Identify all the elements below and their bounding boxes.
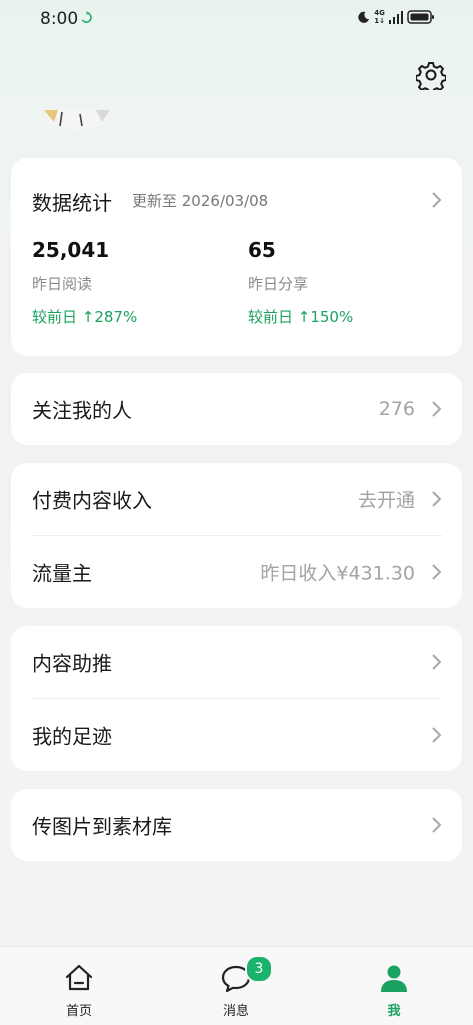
reads-label: 昨日阅读 xyxy=(32,275,93,293)
my-footprint-label: 我的足迹 xyxy=(32,724,112,749)
stats-title: 数据统计 xyxy=(32,191,112,215)
chevron-right-icon xyxy=(432,564,442,580)
reads-value: 25,041 xyxy=(32,238,110,262)
chevron-right-icon xyxy=(432,727,442,743)
settings-button[interactable] xyxy=(415,60,447,94)
traffic-owner-label: 流量主 xyxy=(32,561,92,586)
network-label-top: 4G xyxy=(374,9,385,17)
home-icon xyxy=(65,964,93,991)
followers-count: 276 xyxy=(378,398,415,420)
nav-me[interactable]: 我 xyxy=(339,947,449,1025)
chevron-right-icon xyxy=(432,491,442,507)
upload-images-label: 传图片到素材库 xyxy=(32,814,172,839)
signal-icon xyxy=(389,10,403,24)
followers-card: 关注我的人 276 xyxy=(11,373,462,445)
gear-icon xyxy=(415,62,447,94)
nav-home[interactable]: 首页 xyxy=(24,947,134,1025)
income-card: 付费内容收入 去开通 流量主 昨日收入¥431.30 xyxy=(11,463,462,608)
my-footprint-row[interactable]: 我的足迹 xyxy=(11,699,462,771)
sync-icon xyxy=(81,11,92,23)
shares-change: 较前日 ↑150% xyxy=(248,308,354,326)
followers-row[interactable]: 关注我的人 276 xyxy=(11,373,462,445)
nav-messages-label: 消息 xyxy=(222,1004,249,1019)
status-bar: 8:00 4G 1↓ xyxy=(0,0,473,40)
content-card: 内容助推 我的足迹 xyxy=(11,626,462,771)
status-time: 8:00 xyxy=(40,9,79,29)
chevron-right-icon xyxy=(432,817,442,833)
stats-card[interactable]: 数据统计 更新至 2026/03/08 25,041 昨日阅读 较前日 ↑287… xyxy=(11,158,462,356)
nav-me-label: 我 xyxy=(387,1004,401,1019)
shares-value: 65 xyxy=(248,238,276,262)
paid-content-label: 付费内容收入 xyxy=(32,488,152,513)
nav-messages[interactable]: 消息 xyxy=(181,947,291,1025)
traffic-owner-value: 昨日收入¥431.30 xyxy=(260,562,415,585)
content-boost-label: 内容助推 xyxy=(32,651,112,676)
upload-images-row[interactable]: 传图片到素材库 xyxy=(11,789,462,861)
nav-home-label: 首页 xyxy=(65,1004,92,1019)
battery-icon xyxy=(407,10,434,24)
status-indicators: 4G 1↓ xyxy=(357,9,435,25)
paid-content-value: 去开通 xyxy=(357,489,415,512)
traffic-owner-row[interactable]: 流量主 昨日收入¥431.30 xyxy=(11,536,462,608)
chevron-right-icon xyxy=(432,654,442,670)
chevron-right-icon xyxy=(432,192,442,208)
upload-card: 传图片到素材库 xyxy=(11,789,462,861)
followers-label: 关注我的人 xyxy=(32,398,132,423)
reads-change: 较前日 ↑287% xyxy=(32,308,138,326)
chevron-right-icon xyxy=(432,401,442,417)
avatar[interactable] xyxy=(44,110,110,132)
person-icon xyxy=(381,965,407,992)
network-label-bottom: 1↓ xyxy=(374,17,385,25)
bottom-nav: 首页 消息 我 xyxy=(0,946,473,1025)
moon-icon xyxy=(358,11,370,23)
avatar-image xyxy=(44,110,110,130)
paid-content-row[interactable]: 付费内容收入 去开通 xyxy=(11,463,462,535)
message-count-badge: 3 xyxy=(245,955,273,983)
shares-label: 昨日分享 xyxy=(248,275,309,293)
content-boost-row[interactable]: 内容助推 xyxy=(11,626,462,698)
network-type: 4G 1↓ xyxy=(374,9,385,25)
stats-updated-date: 更新至 2026/03/08 xyxy=(132,192,269,210)
